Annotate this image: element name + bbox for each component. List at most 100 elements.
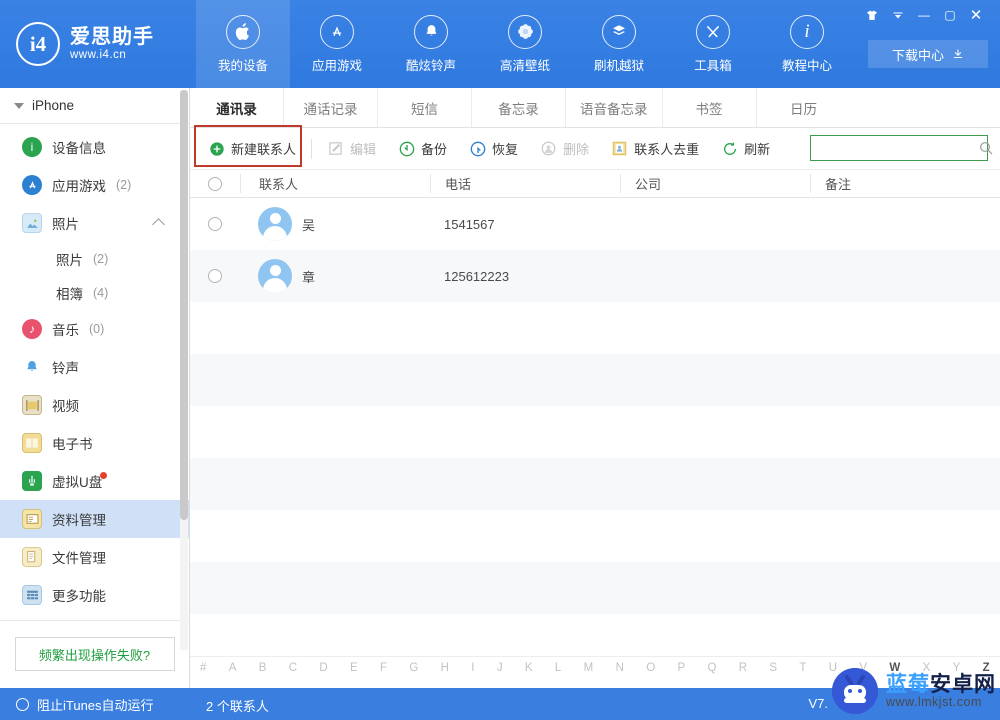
- table-empty-row: [190, 354, 1000, 406]
- alpha-O[interactable]: O: [646, 662, 655, 674]
- download-center-button[interactable]: 下载中心: [868, 40, 988, 68]
- avatar: [258, 207, 292, 241]
- topnav-item-flash-jailbreak[interactable]: 刷机越狱: [572, 0, 666, 88]
- sidebar-item-label: 虚拟U盘: [52, 475, 103, 490]
- sidebar-item-more-features[interactable]: 更多功能: [0, 576, 189, 614]
- row-checkbox[interactable]: [190, 217, 240, 231]
- topnav-item-my-device[interactable]: 我的设备: [196, 0, 290, 88]
- tab-notes[interactable]: 备忘录: [472, 88, 566, 127]
- block-itunes-toggle[interactable]: 阻止iTunes自动运行: [16, 695, 154, 714]
- column-header-company[interactable]: 公司: [620, 174, 810, 193]
- topnav-label: 高清壁纸: [499, 58, 550, 73]
- sidebar-item-virtual-usb[interactable]: 虚拟U盘: [0, 462, 189, 500]
- search-input[interactable]: [817, 137, 978, 159]
- sidebar-item-data-management[interactable]: 资料管理: [0, 500, 189, 538]
- sidebar-item-ringtones[interactable]: 铃声: [0, 348, 189, 386]
- minimize-button[interactable]: —: [912, 4, 936, 26]
- alpha-F[interactable]: F: [380, 662, 387, 674]
- alpha-S[interactable]: S: [769, 662, 777, 674]
- alpha-Q[interactable]: Q: [707, 662, 716, 674]
- backup-button[interactable]: 备份: [388, 135, 457, 163]
- alpha-G[interactable]: G: [409, 662, 418, 674]
- apple-icon: [226, 14, 260, 49]
- select-all-checkbox[interactable]: [190, 176, 240, 191]
- sidebar-subitem-albums[interactable]: 相簿 (4): [0, 276, 189, 310]
- sidebar-item-videos[interactable]: 视频: [0, 386, 189, 424]
- column-header-name[interactable]: 联系人: [240, 174, 430, 193]
- device-selector[interactable]: iPhone: [0, 88, 189, 124]
- chevron-up-icon[interactable]: [152, 218, 165, 231]
- device-name-label: iPhone: [32, 98, 75, 113]
- column-header-phone[interactable]: 电话: [430, 174, 620, 193]
- new-contact-button[interactable]: 新建联系人: [198, 135, 306, 163]
- sidebar-item-device-info[interactable]: i 设备信息: [0, 128, 189, 166]
- alpha-R[interactable]: R: [739, 662, 747, 674]
- refresh-label: 刷新: [744, 142, 771, 157]
- alpha-M[interactable]: M: [584, 662, 594, 674]
- alpha-B[interactable]: B: [259, 662, 267, 674]
- watermark-title-dark: 安卓网: [930, 672, 996, 696]
- skin-button[interactable]: [860, 4, 884, 26]
- checkbox-circle-icon[interactable]: [208, 217, 222, 231]
- topnav-item-wallpapers[interactable]: 高清壁纸: [478, 0, 572, 88]
- tab-contacts[interactable]: 通讯录: [190, 88, 284, 127]
- backup-label: 备份: [421, 142, 448, 157]
- alpha-K[interactable]: K: [525, 662, 533, 674]
- tab-sms[interactable]: 短信: [378, 88, 472, 127]
- column-header-note[interactable]: 备注: [810, 174, 1000, 193]
- search-icon[interactable]: [978, 140, 994, 156]
- sidebar-item-apps-games[interactable]: 应用游戏 (2): [0, 166, 189, 204]
- search-box[interactable]: [810, 135, 993, 161]
- topnav-item-tutorials[interactable]: i 教程中心: [760, 0, 854, 88]
- sidebar-subitem-photos[interactable]: 照片 (2): [0, 242, 189, 276]
- edit-label: 编辑: [350, 142, 377, 157]
- sidebar-item-label: 资料管理: [52, 513, 106, 528]
- checkbox-circle-icon[interactable]: [208, 176, 222, 191]
- table-empty-row: [190, 562, 1000, 614]
- topnav-item-toolbox[interactable]: 工具箱: [666, 0, 760, 88]
- refresh-button[interactable]: 刷新: [711, 135, 780, 163]
- alpha-I[interactable]: I: [471, 662, 474, 674]
- sidebar-item-count: (0): [89, 322, 105, 336]
- version-label: V7.: [808, 696, 828, 711]
- menu-dropdown-button[interactable]: [886, 4, 910, 26]
- toggle-circle-icon[interactable]: [16, 698, 29, 711]
- maximize-button[interactable]: ▢: [938, 4, 962, 26]
- sidebar-scrollbar-thumb[interactable]: [180, 90, 188, 520]
- dedupe-contacts-button[interactable]: 联系人去重: [601, 135, 709, 163]
- operation-failure-help-button[interactable]: 频繁出现操作失败?: [14, 637, 175, 671]
- sidebar-item-photos[interactable]: 照片: [0, 204, 189, 242]
- appstore-icon: [22, 175, 42, 195]
- alpha-P[interactable]: P: [677, 662, 685, 674]
- alpha-D[interactable]: D: [319, 662, 327, 674]
- table-empty-row: [190, 458, 1000, 510]
- row-checkbox[interactable]: [190, 269, 240, 283]
- sidebar-item-label: 应用游戏: [52, 179, 106, 194]
- alpha-N[interactable]: N: [616, 662, 624, 674]
- checkbox-circle-icon[interactable]: [208, 269, 222, 283]
- alpha-H[interactable]: H: [441, 662, 449, 674]
- contacts-count-label: 2 个联系人: [206, 699, 269, 714]
- table-row[interactable]: 章 125612223: [190, 250, 1000, 302]
- top-navigation: 我的设备 应用游戏 酷炫铃声 高清壁纸 刷机越狱 工具箱 i 教程中心: [196, 0, 854, 88]
- tab-voice-memos[interactable]: 语音备忘录: [566, 88, 663, 127]
- table-row[interactable]: 吴 1541567: [190, 198, 1000, 250]
- sidebar-scrollbar[interactable]: [180, 90, 188, 650]
- close-button[interactable]: ✕: [964, 4, 988, 26]
- alpha-A[interactable]: A: [229, 662, 237, 674]
- restore-button[interactable]: 恢复: [459, 135, 528, 163]
- sidebar-item-ebooks[interactable]: 电子书: [0, 424, 189, 462]
- tab-call-history[interactable]: 通话记录: [284, 88, 378, 127]
- alpha-J[interactable]: J: [497, 662, 503, 674]
- topnav-item-ringtones[interactable]: 酷炫铃声: [384, 0, 478, 88]
- topnav-item-apps-games[interactable]: 应用游戏: [290, 0, 384, 88]
- tab-bookmarks[interactable]: 书签: [663, 88, 757, 127]
- sidebar-item-file-management[interactable]: 文件管理: [0, 538, 189, 576]
- sidebar-item-music[interactable]: ♪ 音乐 (0): [0, 310, 189, 348]
- alpha-T[interactable]: T: [799, 662, 806, 674]
- alpha-L[interactable]: L: [555, 662, 561, 674]
- tab-calendar[interactable]: 日历: [757, 88, 851, 127]
- alpha-hash[interactable]: #: [200, 662, 206, 674]
- alpha-C[interactable]: C: [289, 662, 297, 674]
- alpha-E[interactable]: E: [350, 662, 358, 674]
